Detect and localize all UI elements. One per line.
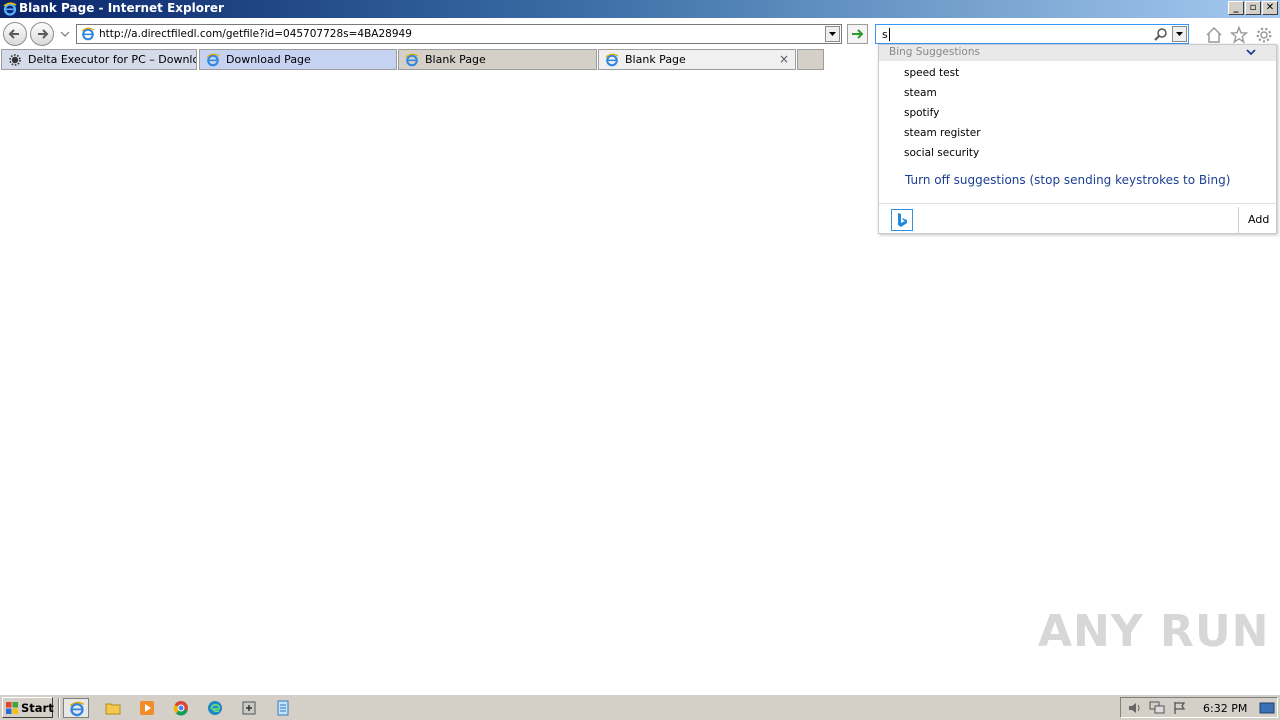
close-window-button[interactable]: ✕ [1262,1,1278,15]
taskbar-chrome-button[interactable] [168,698,194,718]
app-window-icon [242,701,256,715]
tab-label: Delta Executor for PC – Downlo... [28,53,197,66]
suggestion-item[interactable]: speed test [904,67,959,79]
back-button[interactable] [3,22,27,46]
taskbar-edge-button[interactable] [202,698,228,718]
new-tab-button[interactable] [797,49,824,70]
tab-close-icon[interactable]: × [779,52,789,66]
suggestion-item[interactable]: spotify [904,107,939,119]
back-arrow-icon [8,29,19,39]
system-tray: 6:32 PM [1120,697,1278,718]
suggestion-item[interactable]: social security [904,147,979,159]
start-button[interactable]: Start [2,697,54,718]
text-cursor [889,28,890,41]
divider [879,203,1276,204]
chevron-down-icon[interactable] [1246,47,1256,57]
network-icon[interactable] [1149,701,1165,715]
media-player-icon [140,701,154,715]
address-bar[interactable]: http://a.directfiledl.com/getfile?id=045… [76,24,842,44]
navigation-bar: http://a.directfiledl.com/getfile?id=045… [0,18,1280,47]
taskbar-notepad-button[interactable] [270,698,296,718]
ie-icon [206,53,220,67]
action-center-flag-icon[interactable] [1173,701,1187,715]
minimize-button[interactable]: _ [1228,1,1244,15]
taskbar-separator [58,698,60,718]
suggestions-header: Bing Suggestions [879,45,1276,61]
edge-icon [208,701,222,715]
taskbar-explorer-button[interactable] [100,698,126,718]
suggestion-item[interactable]: steam [904,87,937,99]
go-arrow-icon [852,29,864,39]
taskbar: Start 6:32 PM [0,694,1280,720]
turn-off-suggestions-link[interactable]: Turn off suggestions (stop sending keyst… [905,173,1230,187]
taskbar-app-button[interactable] [236,698,262,718]
tab-label: Download Page [226,53,311,66]
tab-label: Blank Page [425,53,486,66]
ie-logo-icon [3,2,17,16]
clock[interactable]: 6:32 PM [1203,702,1247,715]
add-label: Add [1248,213,1270,226]
go-button[interactable] [847,24,868,44]
dropdown-arrow-icon [1176,32,1183,36]
search-icon[interactable] [1154,27,1168,41]
bing-icon [898,213,907,227]
show-desktop-icon[interactable] [1259,701,1275,715]
forward-button[interactable] [30,22,54,46]
taskbar-ie-button[interactable] [63,698,89,718]
address-url[interactable]: http://a.directfiledl.com/getfile?id=045… [99,28,412,40]
gear-favicon-icon [9,54,21,66]
home-icon[interactable] [1205,26,1223,44]
ie-icon [69,701,85,717]
windows-logo-icon [6,702,18,714]
tab-label: Blank Page [625,53,686,66]
notepad-icon [277,700,289,716]
volume-icon[interactable] [1127,701,1143,715]
ie-icon [605,53,619,67]
history-dropdown-icon[interactable] [60,30,70,38]
tab-delta-executor[interactable]: Delta Executor for PC – Downlo... [1,49,197,70]
search-suggestions-dropdown: Bing Suggestions speed test steam spotif… [878,44,1277,234]
window-title: Blank Page - Internet Explorer [19,1,224,15]
tools-gear-icon[interactable] [1255,26,1273,44]
tab-blank-page-active[interactable]: Blank Page × [598,49,796,70]
tab-blank-page[interactable]: Blank Page [398,49,597,70]
address-dropdown-button[interactable] [825,26,840,42]
page-ie-icon [81,27,95,41]
maximize-button[interactable]: ▫ [1245,1,1261,15]
window-titlebar: Blank Page - Internet Explorer _ ▫ ✕ [0,0,1280,18]
search-input[interactable]: s [882,28,888,41]
add-search-provider-button[interactable]: Add [1238,207,1276,233]
dropdown-arrow-icon [829,32,836,36]
anyrun-watermark: ANY RUN [1038,606,1270,657]
forward-arrow-icon [38,29,49,39]
bing-provider-button[interactable] [891,209,913,231]
search-dropdown-button[interactable] [1172,26,1187,42]
start-label: Start [21,701,54,715]
favorites-star-icon[interactable] [1230,26,1248,44]
suggestion-item[interactable]: steam register [904,127,981,139]
search-box[interactable]: s [875,24,1189,44]
suggestions-header-label: Bing Suggestions [889,46,980,58]
chrome-icon [173,701,188,716]
taskbar-media-player-button[interactable] [134,698,160,718]
folder-icon [105,703,121,715]
tab-download-page[interactable]: Download Page [199,49,397,70]
ie-icon [405,53,419,67]
